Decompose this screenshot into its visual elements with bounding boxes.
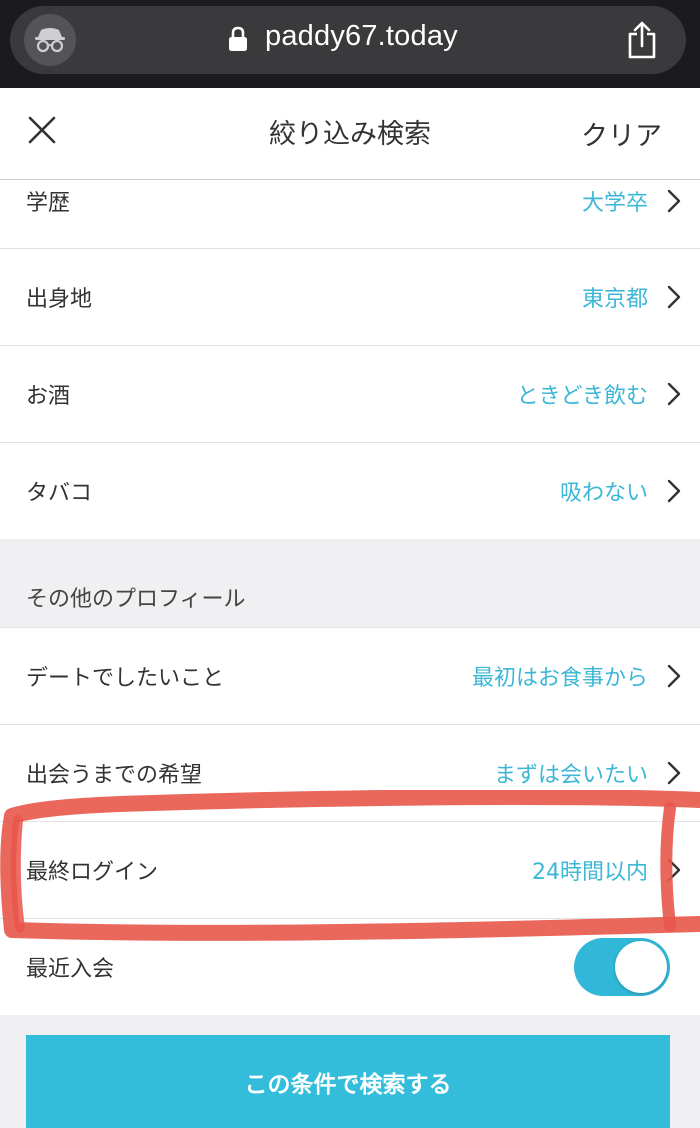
row-value: 東京都: [581, 287, 648, 312]
clear-button[interactable]: クリア: [581, 114, 662, 153]
row-label: お酒: [26, 384, 71, 409]
address-bar[interactable]: paddy67.today: [10, 6, 686, 74]
section-title: その他のプロフィール: [26, 587, 246, 612]
filter-row-date-activity[interactable]: デートでしたいこと 最初はお食事から: [0, 628, 700, 725]
basic-profile-group: 学歴 大学卒 出身地 東京都 お酒 ときどき飲む タバコ 吸わない: [0, 180, 700, 539]
search-button[interactable]: この条件で検索する: [26, 1035, 670, 1128]
row-label: 出身地: [26, 287, 93, 312]
filter-row-meeting-preference[interactable]: 出会うまでの希望 まずは会いたい: [0, 725, 700, 822]
filter-row-hometown[interactable]: 出身地 東京都: [0, 249, 700, 346]
filter-list: 学歴 大学卒 出身地 東京都 お酒 ときどき飲む タバコ 吸わない その他のプロ…: [0, 180, 700, 1015]
chevron-right-icon: [667, 479, 681, 503]
browser-bar: paddy67.today: [0, 0, 700, 88]
url-text: paddy67.today: [265, 20, 458, 52]
row-label: デートでしたいこと: [26, 666, 225, 691]
chevron-right-icon: [667, 189, 681, 213]
toggle-knob: [615, 941, 667, 993]
section-header-other-profile: その他のプロフィール: [0, 539, 700, 628]
row-label: タバコ: [26, 481, 93, 506]
lock-icon: [228, 26, 248, 56]
filter-row-alcohol[interactable]: お酒 ときどき飲む: [0, 346, 700, 443]
chevron-right-icon: [667, 285, 681, 309]
incognito-icon[interactable]: [24, 14, 76, 66]
row-value: 吸わない: [559, 481, 648, 506]
chevron-right-icon: [667, 761, 681, 785]
row-label: 出会うまでの希望: [26, 763, 203, 788]
share-icon[interactable]: [626, 20, 658, 64]
filter-row-last-login[interactable]: 最終ログイン 24時間以内: [0, 822, 700, 919]
chevron-right-icon: [667, 382, 681, 406]
other-profile-group: デートでしたいこと 最初はお食事から 出会うまでの希望 まずは会いたい 最終ログ…: [0, 628, 700, 1015]
row-label: 最近入会: [26, 957, 115, 982]
row-value: 24時間以内: [532, 860, 648, 885]
row-label: 最終ログイン: [26, 860, 159, 885]
row-value: 大学卒: [581, 191, 648, 216]
row-label: 学歴: [26, 191, 71, 216]
row-value: ときどき飲む: [516, 384, 648, 409]
filter-header: 絞り込み検索 クリア: [0, 88, 700, 180]
chevron-right-icon: [667, 664, 681, 688]
filter-row-recent-join: 最近入会: [0, 919, 700, 1015]
filter-row-tobacco[interactable]: タバコ 吸わない: [0, 443, 700, 539]
filter-row-education[interactable]: 学歴 大学卒: [0, 180, 700, 249]
row-value: まずは会いたい: [493, 763, 648, 788]
row-value: 最初はお食事から: [471, 666, 648, 691]
recent-join-toggle[interactable]: [574, 938, 670, 996]
chevron-right-icon: [667, 858, 681, 882]
